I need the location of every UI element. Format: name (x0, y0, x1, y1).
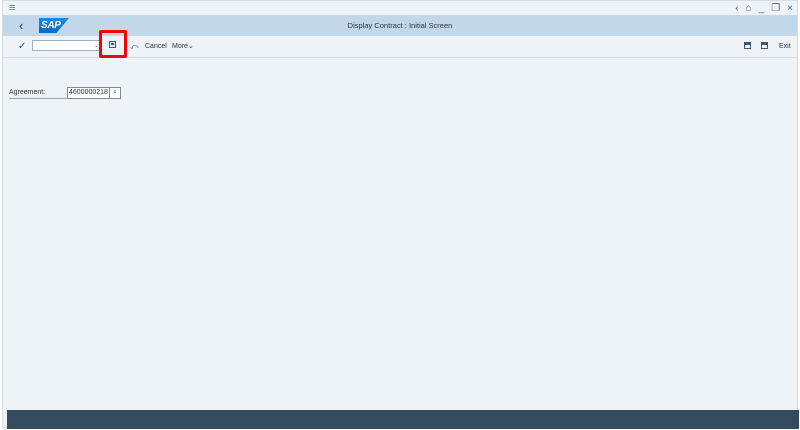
more-menu-button[interactable]: More⌄ (172, 36, 194, 57)
calendar-icon[interactable] (761, 42, 768, 49)
navigate-icon[interactable]: ⤺ (130, 36, 139, 57)
window-controls: ‹ ⌂ _ ❐ × (735, 1, 793, 15)
layout-icon[interactable] (744, 42, 751, 49)
value-help-icon[interactable]: ⌕ (110, 87, 121, 99)
restore-icon[interactable]: ❐ (771, 3, 780, 14)
sap-window: ≡ ‹ ⌂ _ ❐ × ‹ SAP Display Contract : Ini… (2, 0, 799, 429)
agreement-label: Agreement: (9, 89, 46, 96)
minimize-icon[interactable]: _ (759, 3, 765, 14)
command-field[interactable] (32, 40, 100, 51)
agreement-input[interactable]: 4600000218 (67, 87, 110, 99)
highlight-box (99, 30, 127, 58)
home-icon[interactable]: ⌂ (746, 3, 752, 14)
previous-icon[interactable]: ‹ (735, 3, 738, 14)
more-label: More (172, 43, 188, 50)
more-chevron-icon: ⌄ (187, 43, 194, 50)
close-icon[interactable]: × (787, 3, 793, 14)
cancel-button[interactable]: Cancel (145, 36, 167, 57)
exit-button[interactable]: Exit (779, 36, 791, 57)
enter-check-icon[interactable]: ✓ (18, 36, 26, 57)
status-bar (7, 410, 799, 429)
system-bar: ≡ ‹ ⌂ _ ❐ × (3, 1, 797, 16)
hamburger-menu-icon[interactable]: ≡ (9, 1, 15, 15)
